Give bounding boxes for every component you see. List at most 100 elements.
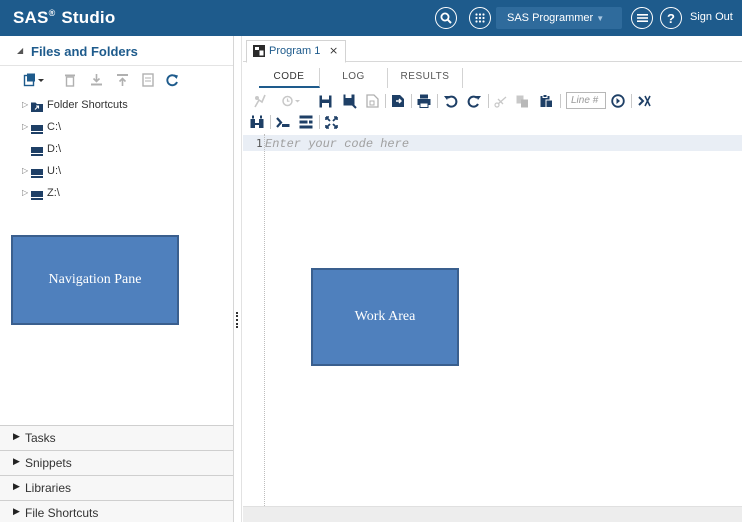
properties-icon[interactable] [142,72,154,88]
editor-toolbar-row-2 [243,112,742,132]
print-icon[interactable] [417,93,431,109]
tree-item-drive-u[interactable]: ▷ U:\ [0,164,233,182]
maximize-icon[interactable] [325,114,338,130]
tree-item-label: Z:\ [47,187,60,199]
tree-item-drive-d[interactable]: D:\ [0,142,233,160]
splitter-grip-icon[interactable] [236,312,238,328]
accordion-label: Libraries [25,481,72,495]
tree-item-label: D:\ [47,143,62,155]
files-folders-title: Files and Folders [31,44,138,59]
tree-item-drive-z[interactable]: ▷ Z:\ [0,186,233,204]
accordion-libraries[interactable]: ▶ Libraries [0,475,233,500]
go-to-line-icon[interactable] [611,93,625,109]
editor-status-bar [243,506,742,522]
expand-arrow-icon[interactable]: ▷ [22,188,28,197]
subtab-results[interactable]: RESULTS [388,68,463,88]
tree-item-drive-c[interactable]: ▷ C:\ [0,120,233,138]
brand-registered-mark: ® [48,8,56,18]
format-code-icon[interactable] [250,114,264,130]
role-dropdown[interactable]: SAS Programmer ▼ [496,7,622,29]
pane-splitter[interactable] [234,36,242,522]
tab-label: Program 1 [269,45,321,57]
line-number: 1 [256,137,263,150]
help-icon[interactable]: ? [660,7,682,29]
expand-triangle-icon: ▶ [13,507,20,517]
navigation-pane-callout: Navigation Pane [11,235,179,325]
accordion-snippets[interactable]: ▶ Snippets [0,450,233,475]
export-icon[interactable] [391,93,405,109]
submit-code-icon[interactable] [276,114,290,130]
app-title: SAS® Studio [13,8,115,28]
run-icon[interactable] [253,93,266,109]
toolbar-separator [437,94,438,108]
history-icon[interactable] [281,93,301,109]
undo-icon[interactable] [444,93,458,109]
files-folders-header[interactable]: ◢ Files and Folders [0,36,233,66]
chevron-down-icon: ▼ [596,14,605,23]
expand-arrow-icon[interactable]: ▷ [22,166,28,175]
accordion-label: File Shortcuts [25,506,99,520]
cut-icon[interactable] [494,93,507,109]
download-icon[interactable] [90,72,103,88]
role-label: SAS Programmer [507,12,594,24]
subtab-log[interactable]: LOG [320,68,388,88]
copy-icon[interactable] [516,93,529,109]
brand-name: SAS [13,8,49,27]
navigation-pane: ◢ Files and Folders ▷ Folder Shortcuts ▷ [0,36,234,522]
tree-item-label: Folder Shortcuts [47,99,128,111]
accordion-tasks[interactable]: ▶ Tasks [0,425,233,450]
tree-item-label: U:\ [47,165,62,177]
upload-icon[interactable] [116,72,129,88]
toolbar-separator [488,94,489,108]
close-tab-icon[interactable]: × [329,44,338,57]
line-gutter [243,134,265,506]
search-icon[interactable] [435,7,457,29]
drive-icon [31,147,43,156]
shortcut-folder-icon [31,102,43,112]
toolbar-separator [319,115,320,129]
paste-icon[interactable] [540,93,553,109]
save-as-icon[interactable] [343,93,357,109]
work-area: Program 1 × CODE LOG RESULTS Line # 1 En… [243,36,742,522]
tree-item-folder-shortcuts[interactable]: ▷ Folder Shortcuts [0,98,233,116]
program-tabstrip: Program 1 × [243,36,742,63]
accordion-label: Snippets [25,456,72,470]
files-toolbar [0,70,233,92]
view-subtabs: CODE LOG RESULTS [243,68,742,88]
drive-icon [31,169,43,178]
help-glyph: ? [667,10,675,26]
collapse-triangle-icon[interactable]: ◢ [17,46,23,55]
expand-triangle-icon: ▶ [13,432,20,442]
line-number-input[interactable]: Line # [566,92,606,109]
toolbar-separator [270,115,271,129]
expand-triangle-icon: ▶ [13,482,20,492]
new-icon[interactable] [23,72,44,88]
new-program-icon[interactable] [366,93,379,109]
save-icon[interactable] [319,93,332,109]
subtab-code[interactable]: CODE [259,68,320,88]
sign-out-link[interactable]: Sign Out [690,11,733,23]
drive-icon [31,191,43,200]
brand-suffix: Studio [61,8,116,27]
apps-icon[interactable] [469,7,491,29]
clear-log-icon[interactable] [637,93,651,109]
work-area-callout: Work Area [311,268,459,366]
refresh-icon[interactable] [166,72,179,88]
redo-icon[interactable] [467,93,481,109]
toolbar-separator [560,94,561,108]
tree-item-label: C:\ [47,121,62,133]
editor-toolbar-row-1: Line # [243,91,742,111]
program-file-icon [253,45,265,57]
expand-triangle-icon: ▶ [13,457,20,467]
delete-icon[interactable] [64,72,76,88]
expand-arrow-icon[interactable]: ▷ [22,122,28,131]
snippet-icon[interactable] [299,114,313,130]
drive-icon [31,125,43,134]
accordion-file-shortcuts[interactable]: ▶ File Shortcuts [0,500,233,522]
expand-arrow-icon[interactable]: ▷ [22,100,28,109]
top-bar: SAS® Studio SAS Programmer ▼ ? Sign Out [0,0,742,36]
menu-icon[interactable] [631,7,653,29]
tab-program-1[interactable]: Program 1 × [246,40,346,63]
toolbar-separator [385,94,386,108]
toolbar-separator [411,94,412,108]
